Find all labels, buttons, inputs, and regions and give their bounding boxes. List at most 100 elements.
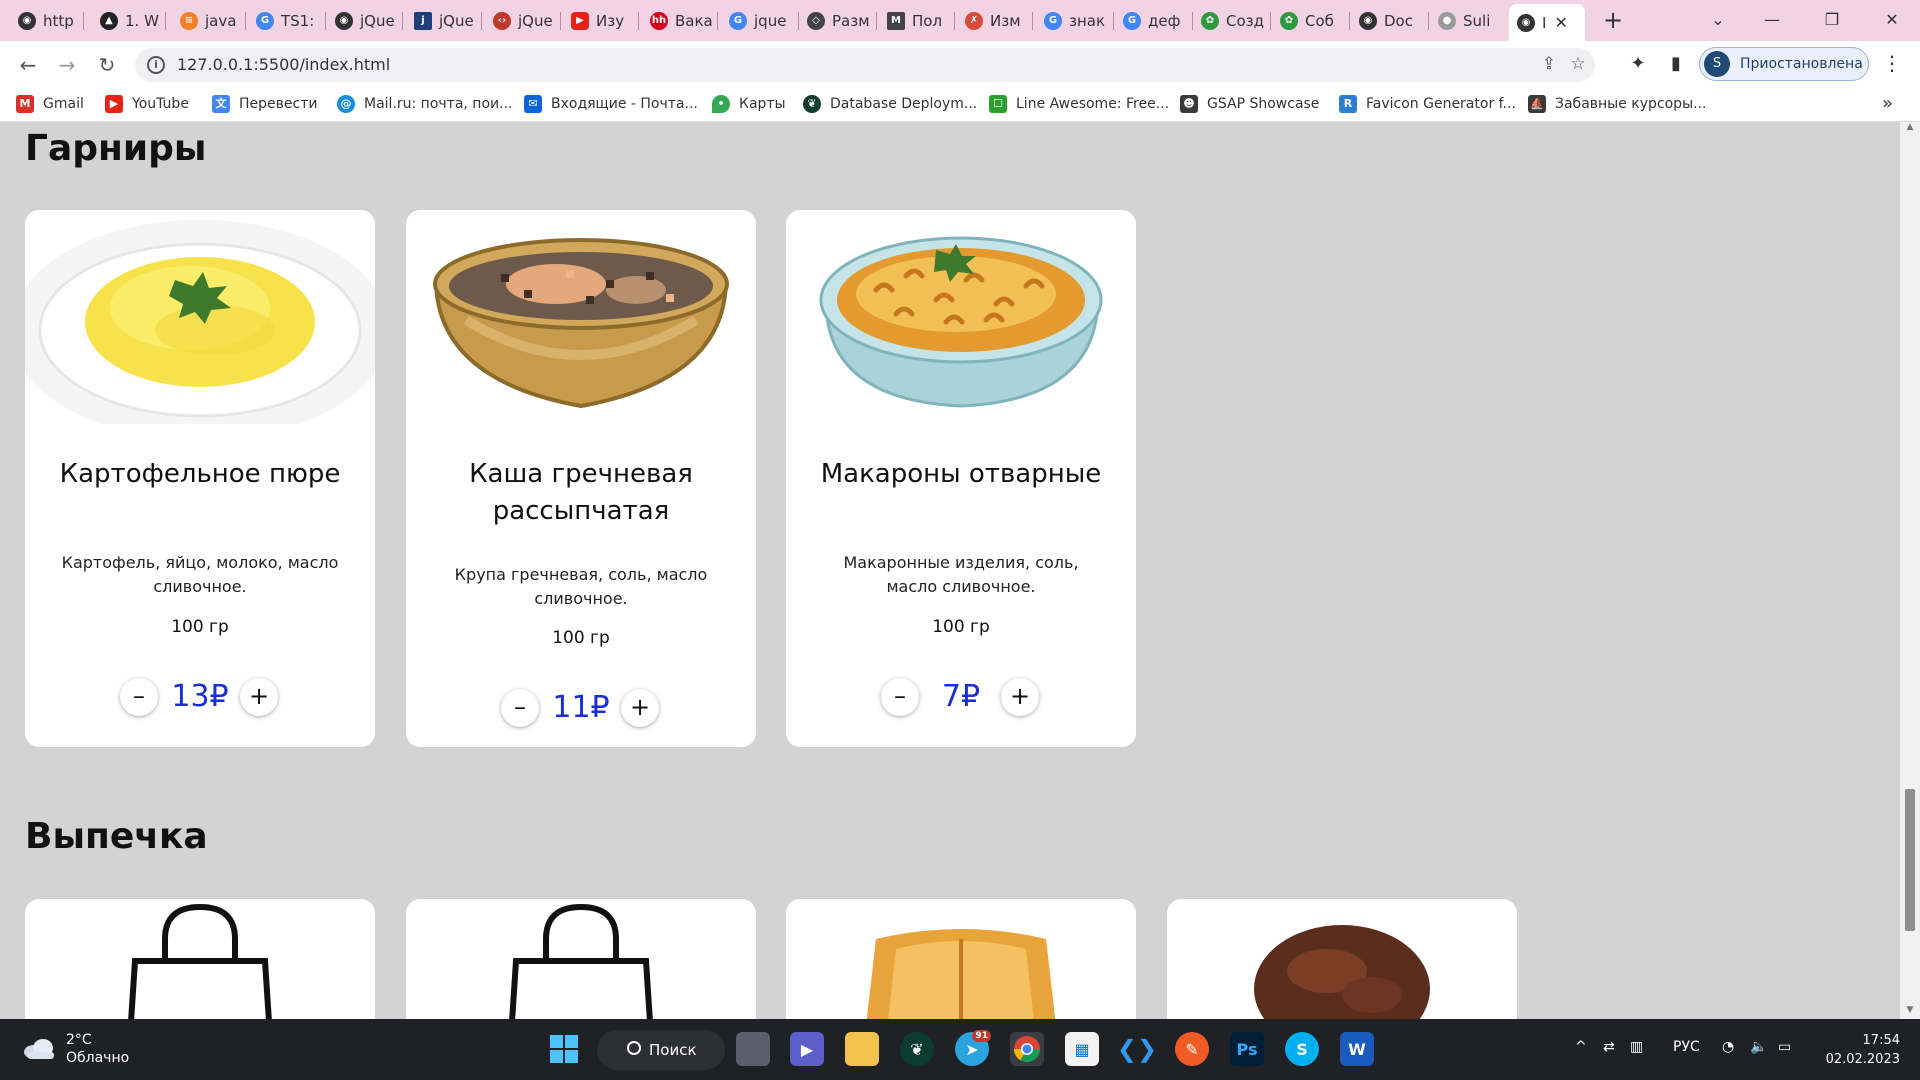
site-info-icon[interactable]: i bbox=[147, 56, 165, 74]
browser-tab[interactable]: ◉ Doc bbox=[1359, 6, 1429, 35]
bookmark-youtube[interactable]: ▶ YouTube bbox=[105, 95, 189, 113]
search-icon bbox=[627, 1041, 641, 1055]
increase-button[interactable]: + bbox=[240, 678, 278, 716]
stackoverflow-icon: ≡ bbox=[180, 11, 198, 30]
word-icon[interactable]: W bbox=[1340, 1032, 1374, 1066]
bookmark-label: Mail.ru: почта, пои... bbox=[364, 96, 513, 112]
quantity-control: – 11₽ + bbox=[406, 686, 756, 730]
bookmark-lineawesome[interactable]: ☐ Line Awesome: Free... bbox=[989, 95, 1169, 113]
browser-tab[interactable]: ✗ Изм bbox=[965, 6, 1033, 35]
restore-button[interactable]: ❐ bbox=[1812, 6, 1852, 34]
bookmark-mailru[interactable]: @ Mail.ru: почта, пои... bbox=[337, 95, 512, 113]
browser-tab[interactable]: Gдеф bbox=[1123, 6, 1193, 35]
task-view-icon[interactable] bbox=[736, 1032, 770, 1066]
browser-tab[interactable]: ◉ jQue bbox=[335, 6, 403, 35]
bookmark-star-icon[interactable]: ☆ bbox=[1567, 54, 1589, 76]
product-weight: 100 гр bbox=[932, 617, 990, 637]
product-card bbox=[406, 899, 756, 1019]
reload-button[interactable]: ↻ bbox=[93, 51, 121, 79]
extensions-icon[interactable]: ✦ bbox=[1626, 53, 1650, 77]
back-button[interactable]: ← bbox=[14, 51, 42, 79]
product-ingredients: Крупа гречневая, соль, масло сливочное. bbox=[454, 565, 708, 608]
browser-tab-active[interactable]: ◉ I ✕ bbox=[1509, 4, 1585, 41]
profile-button[interactable]: S Приостановлена bbox=[1699, 47, 1869, 81]
teams-chat-icon[interactable]: ▶ bbox=[790, 1032, 824, 1066]
browser-tab[interactable]: Gзнак bbox=[1044, 6, 1114, 35]
browser-tab[interactable]: ◇ Разм bbox=[807, 6, 877, 35]
increase-button[interactable]: + bbox=[1001, 678, 1039, 716]
meter-icon[interactable]: ▥ bbox=[1630, 1039, 1643, 1055]
browser-tab[interactable]: G TS1: bbox=[256, 6, 326, 35]
mail-icon: M bbox=[887, 11, 905, 30]
share-icon[interactable]: ⇪ bbox=[1538, 54, 1560, 76]
minimize-button[interactable]: — bbox=[1752, 6, 1792, 34]
browser-tab[interactable]: ◉ http bbox=[18, 6, 84, 35]
browser-tab[interactable]: ≡ java bbox=[180, 6, 246, 35]
close-window-button[interactable]: ✕ bbox=[1872, 6, 1912, 34]
network-switch-icon[interactable]: ⇄ bbox=[1603, 1039, 1615, 1055]
tab-label: jQue bbox=[439, 11, 474, 30]
clock-time: 17:54 bbox=[1862, 1033, 1900, 1048]
wifi-icon[interactable]: ◔ bbox=[1722, 1039, 1734, 1055]
photoshop-icon[interactable]: Ps bbox=[1230, 1032, 1264, 1066]
mongodb-compass-icon[interactable]: ❦ bbox=[900, 1032, 934, 1066]
address-bar[interactable]: i 127.0.0.1:5500/index.html ⇪ ☆ bbox=[135, 48, 1595, 82]
browser-tab[interactable]: ✿ Созд bbox=[1201, 6, 1271, 35]
browser-tab[interactable]: hh Вака bbox=[650, 6, 718, 35]
menu-kebab-icon[interactable]: ⋮ bbox=[1880, 51, 1904, 79]
windows-start-icon[interactable] bbox=[547, 1032, 581, 1066]
bookmark-favicon[interactable]: R Favicon Generator f... bbox=[1339, 95, 1516, 113]
bookmark-mongodb[interactable]: ❦ Database Deploym... bbox=[803, 95, 977, 113]
browser-tab[interactable]: Gjque bbox=[729, 6, 799, 35]
new-tab-button[interactable]: + bbox=[1599, 7, 1627, 35]
tab-label: деф bbox=[1148, 11, 1181, 30]
language-indicator[interactable]: РУС bbox=[1673, 1039, 1700, 1055]
postman-icon[interactable]: ✎ bbox=[1175, 1032, 1209, 1066]
bookmark-maps[interactable]: • Карты bbox=[712, 95, 786, 113]
tab-search-chevron-icon[interactable]: ⌄ bbox=[1698, 6, 1738, 34]
bookmark-outlook[interactable]: ✉ Входящие - Почта... bbox=[524, 95, 698, 113]
leaf-icon: ✿ bbox=[1201, 11, 1219, 30]
browser-tab[interactable]: ▶ Изу bbox=[571, 6, 639, 35]
browser-tab[interactable]: ▲ 1. W bbox=[100, 6, 166, 35]
microsoft-store-icon[interactable]: ▦ bbox=[1065, 1032, 1099, 1066]
url-text[interactable]: 127.0.0.1:5500/index.html bbox=[177, 55, 390, 74]
browser-tab[interactable]: ● Suli bbox=[1438, 6, 1506, 35]
tray-chevron-icon[interactable]: ^ bbox=[1575, 1039, 1587, 1055]
system-clock[interactable]: 17:54 02.02.2023 bbox=[1820, 1031, 1900, 1069]
bookmarks-overflow-icon[interactable]: » bbox=[1882, 93, 1893, 114]
browser-tab[interactable]: M Пол bbox=[887, 6, 955, 35]
taskbar-search[interactable]: Поиск bbox=[597, 1030, 725, 1070]
mailru-icon: @ bbox=[337, 95, 355, 113]
bookmark-gsap[interactable]: ☻ GSAP Showcase bbox=[1180, 95, 1319, 113]
bookmark-label: Забавные курсоры... bbox=[1555, 96, 1707, 112]
close-tab-icon[interactable]: ✕ bbox=[1554, 13, 1567, 32]
file-explorer-icon[interactable] bbox=[845, 1032, 879, 1066]
bookmark-gmail[interactable]: M Gmail bbox=[16, 95, 84, 113]
weather-widget[interactable]: 2°C Облачно bbox=[22, 1031, 129, 1067]
gsap-icon: ☻ bbox=[1180, 95, 1198, 113]
browser-tab[interactable]: ‹› jQue bbox=[493, 6, 561, 35]
page-viewport: Гарниры Картофельное пюре Картофель, яйц… bbox=[0, 122, 1900, 1019]
side-panel-icon[interactable]: ▮ bbox=[1664, 53, 1688, 77]
browser-tab[interactable]: j jQue bbox=[414, 6, 482, 35]
bookmark-cursors[interactable]: ⛵ Забавные курсоры... bbox=[1528, 95, 1706, 113]
scroll-up-icon[interactable]: ▲ bbox=[1900, 122, 1920, 136]
forward-button[interactable]: → bbox=[53, 51, 81, 79]
increase-button[interactable]: + bbox=[621, 689, 659, 727]
product-card bbox=[786, 899, 1136, 1019]
skype-icon[interactable]: S bbox=[1285, 1032, 1319, 1066]
scroll-down-icon[interactable]: ▼ bbox=[1900, 1005, 1920, 1019]
chrome-icon[interactable] bbox=[1010, 1032, 1044, 1066]
telegram-icon[interactable]: ➤ 91 bbox=[955, 1030, 991, 1066]
volume-icon[interactable]: 🔈 bbox=[1750, 1039, 1767, 1055]
browser-tab[interactable]: ✿ Соб bbox=[1280, 6, 1350, 35]
bookmark-translate[interactable]: 文 Перевести bbox=[212, 95, 317, 113]
page-scrollbar[interactable]: ▲ ▼ bbox=[1900, 122, 1920, 1019]
scrollbar-thumb[interactable] bbox=[1905, 789, 1915, 931]
tab-label: Разм bbox=[832, 11, 870, 30]
vscode-icon[interactable]: ❮❯ bbox=[1117, 1032, 1157, 1066]
jquery-icon: j bbox=[414, 11, 432, 30]
battery-icon[interactable]: ▭ bbox=[1778, 1039, 1791, 1055]
section-title: Выпечка bbox=[25, 816, 208, 857]
